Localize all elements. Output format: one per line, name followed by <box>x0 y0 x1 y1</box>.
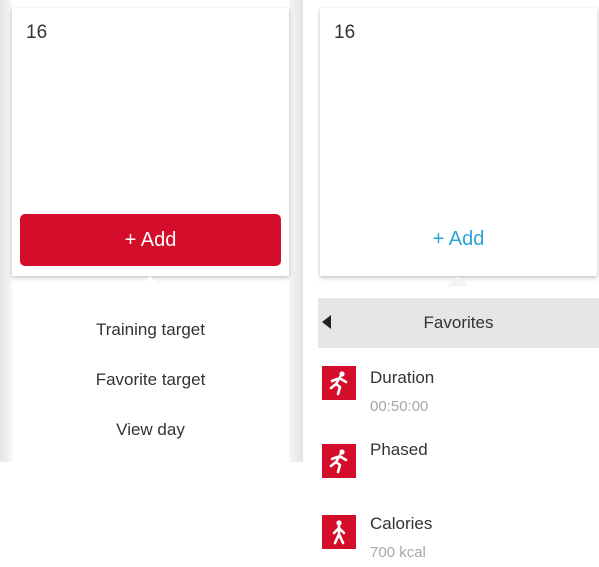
left-panel-shadow <box>289 0 303 462</box>
add-link[interactable]: + Add <box>320 228 597 251</box>
day-card[interactable]: 16 + Add <box>320 8 597 276</box>
popover-caret <box>448 276 468 286</box>
favorite-item-title[interactable]: Phased <box>370 440 428 460</box>
menu-item-training-target[interactable]: Training target <box>12 320 289 340</box>
walking-person-icon <box>322 515 356 549</box>
popover-caret <box>140 276 160 286</box>
left-panel-shadow <box>0 0 12 462</box>
add-button[interactable]: + Add <box>20 214 281 266</box>
running-person-icon <box>322 444 356 478</box>
day-number: 16 <box>26 22 48 43</box>
day-number: 16 <box>334 22 356 43</box>
favorite-item-value: 00:50:00 <box>370 398 429 415</box>
favorites-header: Favorites <box>318 298 599 348</box>
menu-item-view-day[interactable]: View day <box>12 420 289 440</box>
favorite-item-title[interactable]: Calories <box>370 514 432 534</box>
favorite-item-title[interactable]: Duration <box>370 368 434 388</box>
favorite-item-value: 700 kcal <box>370 544 426 561</box>
favorites-title: Favorites <box>423 313 494 332</box>
running-person-icon <box>322 366 356 400</box>
day-card[interactable]: 16 + Add <box>12 8 289 276</box>
menu-item-favorite-target[interactable]: Favorite target <box>12 370 289 390</box>
